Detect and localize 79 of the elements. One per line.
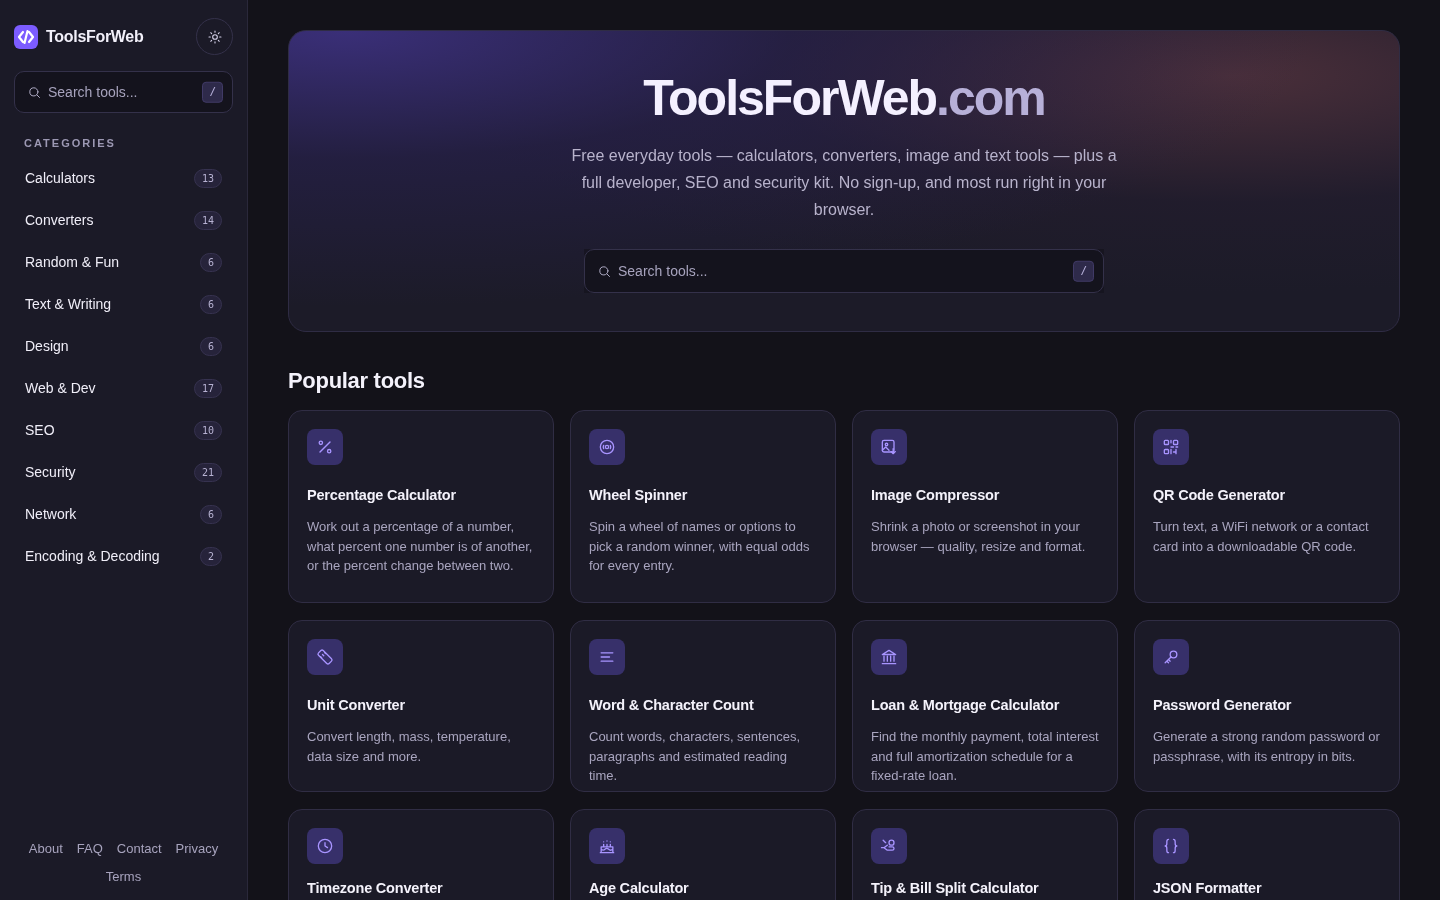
tool-description: Spin a wheel of names or options to pick a random winner, with equal odds for every entry. bbox=[589, 518, 811, 576]
tool-description: Find the monthly payment, total interest and full amortization schedule for a fixed-rate loan. bbox=[871, 728, 1099, 786]
shortcut-key: / bbox=[202, 81, 223, 103]
tool-title: Wheel Spinner bbox=[589, 486, 689, 506]
tool-title: QR Code Generator bbox=[1153, 486, 1286, 506]
category-label: SEO bbox=[25, 421, 55, 440]
tool-description: Turn text, a WiFi network or a contact card into a downloadable QR code. bbox=[1153, 518, 1370, 556]
count-badge: 6 bbox=[199, 295, 222, 314]
search-icon bbox=[27, 84, 42, 100]
sun-icon bbox=[206, 28, 223, 45]
tool-card[interactable]: JSON Formatter bbox=[1134, 809, 1400, 900]
tool-title: Timezone Converter bbox=[307, 879, 444, 899]
tool-card[interactable]: Percentage Calculator Work out a percentage of a number, what percent one number is of another, or the percent change between two. bbox=[288, 410, 554, 604]
count-badge: 10 bbox=[193, 421, 222, 440]
count-badge: 2 bbox=[199, 547, 222, 566]
tool-card[interactable]: Age Calculator bbox=[570, 809, 836, 900]
hero-subtitle: Free everyday tools — calculators, converters, image and text tools — plus a full developer, SEO and security kit. No sign-up, and most run right in your browser. bbox=[570, 146, 1118, 220]
tool-description: Work out a percentage of a number, what percent one number is of another, or the percent change between two. bbox=[307, 518, 534, 576]
category-link[interactable]: Text & Writing 6 bbox=[14, 283, 233, 326]
tool-description: Generate a strong random password or passphrase, with its entropy in bits. bbox=[1153, 728, 1381, 766]
category-link[interactable]: Random & Fun 6 bbox=[14, 241, 233, 284]
category-link[interactable]: Network 6 bbox=[14, 493, 233, 536]
tool-card[interactable]: QR Code Generator Turn text, a WiFi network or a contact card into a downloadable QR code. bbox=[1134, 410, 1400, 604]
section-heading: CATEGORIES bbox=[24, 136, 117, 151]
count-badge: 6 bbox=[199, 253, 222, 272]
tool-card[interactable]: Tip & Bill Split Calculator bbox=[852, 809, 1118, 900]
count-badge: 21 bbox=[193, 463, 222, 482]
category-link[interactable]: SEO 10 bbox=[14, 409, 233, 452]
category-label: Security bbox=[25, 463, 76, 482]
category-link[interactable]: Converters 14 bbox=[14, 199, 233, 242]
tool-title: Age Calculator bbox=[589, 879, 690, 899]
tool-card[interactable]: Image Compressor Shrink a photo or screenshot in your browser — quality, resize and format. bbox=[852, 410, 1118, 604]
tool-card[interactable]: Wheel Spinner Spin a wheel of names or options to pick a random winner, with equal odds for every entry. bbox=[570, 410, 836, 604]
search-icon bbox=[597, 263, 612, 279]
category-link[interactable]: Design 6 bbox=[14, 325, 233, 368]
shortcut-key: / bbox=[1073, 260, 1094, 282]
tool-title: Image Compressor bbox=[871, 486, 1001, 506]
tool-title: Tip & Bill Split Calculator bbox=[871, 879, 1040, 899]
tool-description: Shrink a photo or screenshot in your browser — quality, resize and format. bbox=[871, 518, 1087, 556]
category-label: Calculators bbox=[25, 169, 96, 188]
category-label: Web & Dev bbox=[25, 379, 96, 398]
tool-card[interactable]: Password Generator Generate a strong random password or passphrase, with its entropy in bits. bbox=[1134, 620, 1400, 793]
tool-description: Count words, characters, sentences, paragraphs and estimated reading time. bbox=[589, 728, 801, 786]
logo-icon bbox=[14, 24, 38, 49]
footer-link[interactable]: Contact bbox=[116, 839, 162, 859]
tool-title: Word & Character Count bbox=[589, 696, 755, 716]
footer-link[interactable]: FAQ bbox=[76, 839, 103, 859]
tool-card[interactable]: Unit Converter Convert length, mass, temperature, data size and more. bbox=[288, 620, 554, 793]
count-badge: 6 bbox=[199, 505, 222, 524]
section-heading: Popular tools bbox=[288, 368, 426, 395]
tool-title: JSON Formatter bbox=[1153, 879, 1263, 899]
tool-title: Unit Converter bbox=[307, 696, 406, 716]
tool-title: Password Generator bbox=[1153, 696, 1293, 716]
category-link[interactable]: Calculators 13 bbox=[14, 157, 233, 200]
count-badge: 17 bbox=[193, 379, 222, 398]
hero-title: ToolsForWeb.com bbox=[642, 71, 1046, 126]
category-link[interactable]: Web & Dev 17 bbox=[14, 367, 233, 410]
count-badge: 13 bbox=[193, 169, 222, 188]
brand-name: ToolsForWeb bbox=[46, 26, 144, 47]
footer-link[interactable]: About bbox=[28, 839, 63, 859]
category-label: Converters bbox=[25, 211, 94, 230]
category-label: Random & Fun bbox=[25, 253, 120, 272]
footer-link[interactable]: Privacy bbox=[175, 839, 219, 859]
category-link[interactable]: Security 21 bbox=[14, 451, 233, 494]
category-label: Encoding & Decoding bbox=[25, 547, 160, 566]
count-badge: 6 bbox=[199, 337, 222, 356]
tool-card[interactable]: Timezone Converter bbox=[288, 809, 554, 900]
ruler-icon bbox=[315, 647, 335, 668]
tool-title: Loan & Mortgage Calculator bbox=[871, 696, 1061, 716]
footer-link[interactable]: Terms bbox=[105, 866, 142, 886]
tool-description: Convert length, mass, temperature, data size and more. bbox=[307, 728, 512, 766]
category-label: Network bbox=[25, 505, 77, 524]
category-label: Design bbox=[25, 337, 69, 356]
count-badge: 14 bbox=[193, 211, 222, 230]
category-label: Text & Writing bbox=[25, 295, 112, 314]
tool-card[interactable]: Loan & Mortgage Calculator Find the monthly payment, total interest and full amortization schedule for a fixed-rate loan. bbox=[852, 620, 1118, 793]
tool-card[interactable]: Word & Character Count Count words, characters, sentences, paragraphs and estimated reading time. bbox=[570, 620, 836, 793]
tool-title: Percentage Calculator bbox=[307, 486, 457, 506]
category-link[interactable]: Encoding & Decoding 2 bbox=[14, 535, 233, 578]
